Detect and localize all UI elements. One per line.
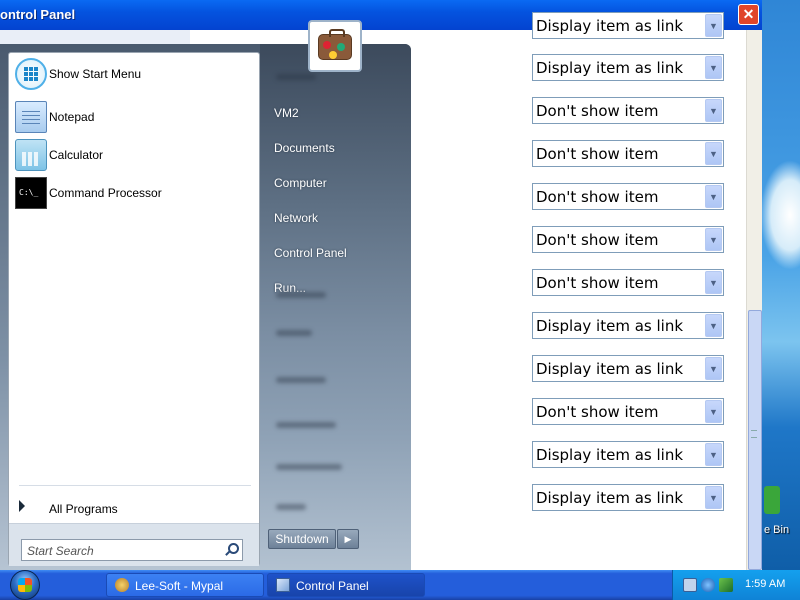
dropdown-value: Don't show item (536, 102, 659, 120)
start-search-input[interactable]: Start Search (21, 539, 243, 561)
suitcase-icon (318, 29, 352, 60)
taskbar-button-label: Lee-Soft - Mypal (135, 579, 224, 593)
right-item-network[interactable]: Network (274, 211, 318, 225)
dropdown-value: Display item as link (536, 317, 684, 335)
chevron-down-icon[interactable]: ▼ (705, 400, 722, 423)
shutdown-button[interactable]: Shutdown (268, 529, 336, 549)
taskbar-button-control-panel[interactable]: Control Panel (267, 573, 425, 597)
start-menu-right-pane (260, 44, 411, 570)
close-button[interactable]: ✕ (738, 4, 759, 25)
chevron-down-icon[interactable]: ▼ (705, 56, 722, 79)
dropdown-value: Display item as link (536, 446, 684, 464)
start-menu-icon (15, 58, 47, 90)
right-item-control-panel[interactable]: Control Panel (274, 246, 347, 260)
setting-dropdown[interactable]: Display item as link ▼ (532, 484, 724, 511)
blurred-item (276, 330, 312, 336)
security-tray-icon[interactable] (719, 578, 733, 592)
taskbar-button-lee-soft[interactable]: Lee-Soft - Mypal (106, 573, 264, 597)
chevron-down-icon[interactable]: ▼ (705, 14, 722, 37)
recycle-bin-shortcut[interactable]: e Bin (758, 486, 800, 546)
chevron-down-icon[interactable]: ▼ (705, 357, 722, 380)
lee-soft-icon (115, 578, 129, 592)
window-title: ontrol Panel (0, 7, 76, 22)
notepad-icon (15, 101, 47, 133)
clock[interactable]: 1:59 AM (745, 578, 785, 590)
globe-tray-icon[interactable] (701, 578, 715, 592)
setting-dropdown[interactable]: Don't show item ▼ (532, 226, 724, 253)
blurred-item (276, 74, 316, 80)
setting-dropdown[interactable]: Display item as link ▼ (532, 441, 724, 468)
right-item-computer[interactable]: Computer (274, 176, 327, 190)
scrollbar-thumb[interactable] (748, 310, 762, 570)
pinned-item-label: Notepad (49, 110, 95, 124)
menu-divider (19, 485, 251, 486)
start-button[interactable] (6, 570, 44, 600)
blurred-item (276, 504, 306, 510)
pinned-item-label: Calculator (49, 148, 104, 162)
dropdown-value: Don't show item (536, 274, 659, 292)
chevron-down-icon[interactable]: ▼ (705, 486, 722, 509)
start-menu: Show Start Menu Notepad Calculator C:\_ … (0, 44, 411, 570)
dropdown-value: Display item as link (536, 360, 684, 378)
setting-dropdown[interactable]: Don't show item ▼ (532, 269, 724, 296)
pinned-item-label: Command Processor (49, 186, 162, 200)
system-tray: 1:59 AM (672, 570, 800, 600)
pinned-item-notepad[interactable]: Notepad (15, 100, 255, 134)
vertical-scrollbar[interactable] (746, 30, 762, 570)
setting-dropdown[interactable]: Display item as link ▼ (532, 54, 724, 81)
blurred-item (276, 464, 342, 470)
setting-dropdown[interactable]: Display item as link ▼ (532, 355, 724, 382)
setting-dropdown[interactable]: Don't show item ▼ (532, 140, 724, 167)
chevron-down-icon[interactable]: ▼ (705, 228, 722, 251)
chevron-down-icon[interactable]: ▼ (705, 142, 722, 165)
dropdown-value: Don't show item (536, 231, 659, 249)
setting-dropdown[interactable]: Display item as link ▼ (532, 312, 724, 339)
search-icon[interactable] (224, 542, 239, 556)
search-area: Start Search (9, 523, 259, 566)
shutdown-options-button[interactable]: ▶ (337, 529, 359, 549)
user-picture[interactable] (308, 20, 362, 72)
dropdown-value: Don't show item (536, 188, 659, 206)
pinned-item-calculator[interactable]: Calculator (15, 138, 255, 172)
dropdown-value: Don't show item (536, 403, 659, 421)
command-prompt-icon: C:\_ (15, 177, 47, 209)
search-placeholder: Start Search (27, 544, 94, 558)
start-menu-left-pane: Show Start Menu Notepad Calculator C:\_ … (8, 52, 260, 566)
all-programs-label: All Programs (49, 502, 118, 516)
calculator-icon (15, 139, 47, 171)
chevron-right-icon (19, 500, 25, 512)
taskbar: Lee-Soft - Mypal Control Panel 1:59 AM (0, 570, 800, 600)
pinned-item-command-processor[interactable]: C:\_ Command Processor (15, 176, 255, 210)
chevron-down-icon[interactable]: ▼ (705, 443, 722, 466)
setting-dropdown[interactable]: Don't show item ▼ (532, 398, 724, 425)
chevron-down-icon[interactable]: ▼ (705, 271, 722, 294)
dropdown-value: Display item as link (536, 17, 684, 35)
setting-dropdown[interactable]: Don't show item ▼ (532, 97, 724, 124)
blurred-item (276, 422, 336, 428)
blurred-item (276, 377, 326, 383)
setting-dropdown[interactable]: Display item as link ▼ (532, 12, 724, 39)
right-item-documents[interactable]: Documents (274, 141, 335, 155)
scrollbar-grip-icon (751, 430, 757, 438)
network-tray-icon[interactable] (683, 578, 697, 592)
desktop-cloud (760, 160, 800, 270)
recycle-bin-label: e Bin (764, 524, 790, 536)
right-item-vm2[interactable]: VM2 (274, 106, 299, 120)
all-programs-button[interactable]: All Programs (15, 497, 255, 517)
control-panel-icon (276, 578, 290, 592)
dropdown-value: Display item as link (536, 489, 684, 507)
dropdown-value: Don't show item (536, 145, 659, 163)
taskbar-button-label: Control Panel (296, 579, 369, 593)
blurred-item (276, 292, 326, 298)
recycle-bin-icon (764, 486, 780, 514)
chevron-down-icon[interactable]: ▼ (705, 99, 722, 122)
dropdown-value: Display item as link (536, 59, 684, 77)
chevron-down-icon[interactable]: ▼ (705, 185, 722, 208)
windows-logo-icon (18, 578, 32, 592)
chevron-down-icon[interactable]: ▼ (705, 314, 722, 337)
setting-dropdown[interactable]: Don't show item ▼ (532, 183, 724, 210)
pinned-item-show-start-menu[interactable]: Show Start Menu (15, 57, 255, 91)
pinned-item-label: Show Start Menu (49, 67, 142, 81)
